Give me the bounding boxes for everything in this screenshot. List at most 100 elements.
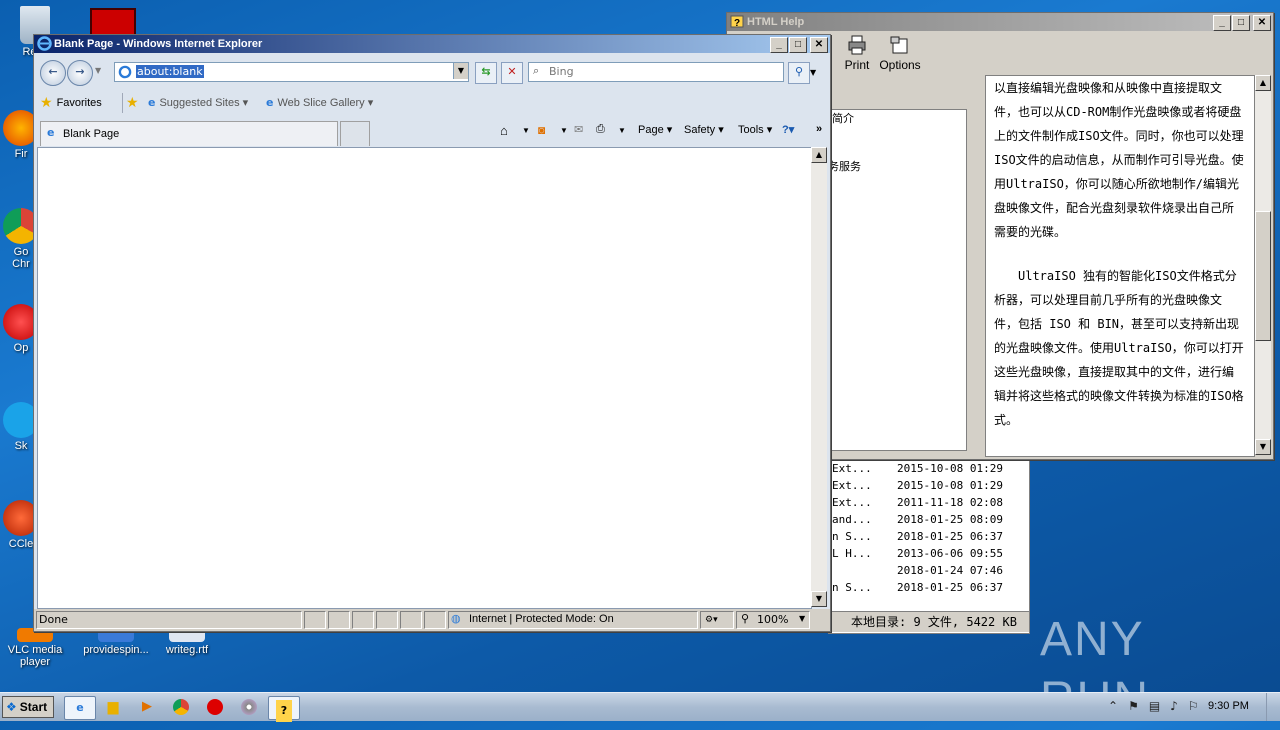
status-cell (424, 611, 446, 629)
close-button[interactable]: ✕ (810, 37, 828, 53)
maximize-button[interactable]: □ (789, 37, 807, 53)
scroll-thumb[interactable] (1255, 211, 1271, 341)
address-dropdown-button[interactable]: ▼ (453, 63, 468, 79)
globe-icon: ◍ (451, 612, 461, 625)
help-content-scrollbar[interactable]: ▲ ▼ (1255, 75, 1271, 455)
table-row[interactable]: Ext... 2015-10-08 01:29 (829, 477, 1029, 494)
help-content-pane: 以直接编辑光盘映像和从映像中直接提取文件，也可以从CD-ROM制作光盘映像或者将… (985, 75, 1255, 457)
file-type-cell: Ext... (832, 479, 872, 492)
scroll-down-button[interactable]: ▼ (811, 591, 827, 607)
taskbar-media-player-button[interactable]: ▶ (132, 696, 162, 718)
action-center-icon[interactable]: ⚑ (1128, 699, 1139, 713)
stop-button[interactable]: ✕ (501, 62, 523, 84)
clock[interactable]: 9:30 PM (1208, 700, 1249, 712)
minimize-button[interactable]: _ (1213, 15, 1231, 31)
taskbar: ❖ Start e ▆ ▶ ? ⌃ ⚑ ▤ ♪ ⚐ 9:30 PM (0, 692, 1280, 722)
taskbar-chrome-button[interactable] (166, 696, 196, 718)
safety-menu[interactable]: Safety ▾ (684, 123, 724, 136)
zoom-dropdown[interactable]: ▼ (799, 614, 805, 623)
desktop-icon-label: Sk (14, 440, 28, 452)
taskbar-explorer-button[interactable]: ▆ (98, 696, 128, 718)
nav-tab-intro[interactable]: 简介 (832, 110, 854, 126)
help-nav-pane[interactable]: 简介 务服务 (825, 109, 967, 451)
taskbar-ultraiso-button[interactable] (234, 696, 264, 718)
file-date-cell: 2018-01-25 06:37 (897, 581, 1003, 594)
close-button[interactable]: ✕ (1253, 15, 1271, 31)
tools-menu[interactable]: Tools ▾ (738, 123, 772, 136)
taskbar-opera-button[interactable] (200, 696, 230, 718)
nav-item[interactable]: 务服务 (828, 158, 861, 174)
minimize-button[interactable]: _ (770, 37, 788, 53)
feeds-dropdown[interactable]: ▼ (560, 126, 568, 135)
command-bar: ⌂ ▼ ◙ ▼ ✉ ⎙ ▼ Page ▾ Safety ▾ Tools ▾ ?▾ » (500, 123, 830, 143)
table-row[interactable]: n S... 2018-01-25 06:37 (829, 579, 1029, 596)
ie-navigation-bar: ← → ▼ about:blank ▼ ⇆ ✕ ⌕ Bing ⚲ ▼ (34, 57, 830, 87)
add-to-favorites-icon[interactable]: ★ (126, 95, 139, 111)
table-row[interactable]: n S... 2018-01-25 06:37 (829, 528, 1029, 545)
search-options-dropdown[interactable]: ▼ (810, 68, 816, 77)
desktop-icon-label: Op (13, 342, 29, 354)
search-placeholder: Bing (549, 65, 574, 78)
zoom-control[interactable]: ⚲ 100% ▼ (736, 611, 810, 629)
search-box[interactable]: ⌕ Bing (528, 62, 784, 82)
chevron-more-icon[interactable]: » (816, 123, 822, 135)
network-icon[interactable]: ▤ (1149, 699, 1160, 713)
show-desktop-button[interactable] (1266, 693, 1280, 721)
table-row[interactable]: L H... 2013-06-06 09:55 (829, 545, 1029, 562)
table-row[interactable]: Ext... 2011-11-18 02:08 (829, 494, 1029, 511)
star-icon: ★ (40, 95, 53, 111)
vlc-shortcut-icon[interactable]: VLC media player (0, 628, 70, 668)
flag-icon[interactable]: ⚐ (1188, 699, 1199, 713)
recent-pages-dropdown[interactable]: ▼ (95, 66, 101, 75)
suggested-sites-link[interactable]: e Suggested Sites ▾ (148, 96, 248, 109)
table-row[interactable]: and... 2018-01-25 08:09 (829, 511, 1029, 528)
new-tab-button[interactable] (340, 121, 370, 146)
maximize-button[interactable]: □ (1232, 15, 1250, 31)
options-toolbar-button[interactable]: Options (877, 35, 923, 73)
ie-window[interactable]: Blank Page - Windows Internet Explorer _… (33, 34, 831, 632)
print-toolbar-button[interactable]: Print (837, 35, 877, 73)
start-button[interactable]: ❖ Start (2, 696, 54, 718)
taskbar-html-help-button[interactable]: ? (268, 696, 300, 722)
address-text[interactable]: about:blank (136, 65, 204, 78)
taskbar-ie-button[interactable]: e (64, 696, 96, 720)
folder-icon: ▆ (107, 699, 119, 715)
refresh-button[interactable]: ⇆ (475, 62, 497, 84)
web-slice-gallery-link[interactable]: e Web Slice Gallery ▾ (266, 96, 373, 109)
read-mail-icon[interactable]: ✉ (574, 123, 583, 136)
home-dropdown[interactable]: ▼ (522, 126, 530, 135)
page-menu[interactable]: Page ▾ (638, 123, 672, 136)
favorites-bar: ★ Favorites ★ e Suggested Sites ▾ e Web … (34, 91, 830, 115)
back-button[interactable]: ← (40, 60, 66, 86)
help-icon[interactable]: ?▾ (782, 123, 794, 136)
security-zone[interactable]: ◍ Internet | Protected Mode: On (448, 611, 698, 629)
status-cell (352, 611, 374, 629)
search-button[interactable]: ⚲ (788, 62, 810, 84)
print-dropdown[interactable]: ▼ (618, 126, 626, 135)
volume-icon[interactable]: ♪ (1170, 699, 1178, 713)
show-hidden-icons-button[interactable]: ⌃ (1108, 699, 1118, 713)
scroll-down-button[interactable]: ▼ (1255, 439, 1271, 455)
providespin-file-icon[interactable]: providespin... (76, 628, 156, 656)
table-row[interactable]: 2018-01-24 07:46 (829, 562, 1029, 579)
opera-icon (207, 699, 223, 715)
ie-vertical-scrollbar[interactable]: ▲ ▼ (811, 147, 827, 607)
add-ons-status[interactable]: ⚙▾ (700, 611, 734, 629)
ie-titlebar[interactable]: Blank Page - Windows Internet Explorer _… (34, 35, 830, 53)
address-bar[interactable]: about:blank ▼ (114, 62, 469, 82)
tab-blank-page[interactable]: e Blank Page (40, 121, 338, 146)
ie-page-content[interactable] (37, 147, 812, 609)
scroll-up-button[interactable]: ▲ (811, 147, 827, 163)
desktop-icon-label: writeg.rtf (165, 644, 209, 656)
ie-logo-icon (37, 36, 52, 51)
file-date-cell: 2011-11-18 02:08 (897, 496, 1003, 509)
print-icon[interactable]: ⎙ (596, 123, 605, 136)
writeg-rtf-file-icon[interactable]: writeg.rtf (152, 628, 222, 656)
forward-button[interactable]: → (67, 60, 93, 86)
help-titlebar[interactable]: ? HTML Help _ □ ✕ (727, 13, 1273, 31)
favorites-button[interactable]: ★ Favorites (40, 95, 102, 111)
table-row[interactable]: Ext... 2015-10-08 01:29 (829, 460, 1029, 477)
home-icon[interactable]: ⌂ (500, 123, 508, 138)
scroll-up-button[interactable]: ▲ (1255, 75, 1271, 91)
feeds-icon[interactable]: ◙ (538, 123, 545, 137)
